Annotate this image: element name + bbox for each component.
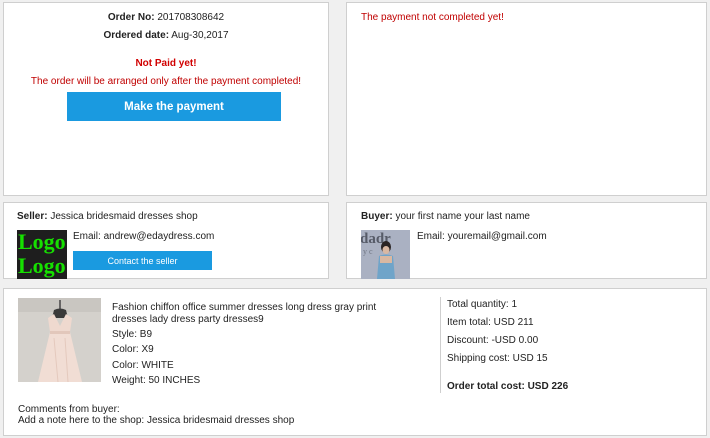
svg-text:y c: y c [363, 247, 373, 256]
comments-text: Add a note here to the shop: Jessica bri… [18, 415, 295, 426]
seller-logo: Logo Logo [17, 230, 67, 279]
seller-email: andrew@edaydress.com [103, 231, 215, 242]
buyer-email: youremail@gmail.com [447, 231, 547, 242]
order-number-row: Order No: 201708308642 [4, 12, 328, 23]
buyer-avatar-image: dadr y c [361, 230, 410, 279]
seller-logo-text: Logo [18, 230, 66, 254]
item-color: Color: X9 [112, 344, 154, 356]
buyer-panel: Buyer: your first name your last name da… [346, 202, 707, 279]
payment-status-heading: Not Paid yet! [135, 58, 197, 69]
seller-email-row: Email: andrew@edaydress.com [73, 231, 214, 242]
item-style: Style: B9 [112, 329, 153, 340]
seller-info: Seller: Jessica bridesmaid dresses shop [17, 211, 198, 222]
seller-label: Seller: [17, 211, 48, 222]
buyer-label: Buyer: [361, 211, 393, 222]
seller-name: Jessica bridesmaid dresses shop [50, 211, 198, 222]
comments-label: Comments from buyer: [18, 404, 120, 415]
order-summary-panel: Order No: 201708308642 Ordered date: Aug… [3, 2, 329, 196]
buyer-avatar: dadr y c [361, 230, 410, 279]
seller-logo-text: Logo [18, 253, 66, 278]
shipping-cost: Shipping cost: USD 15 [447, 353, 548, 364]
seller-email-label: Email: [73, 231, 101, 242]
buyer-email-row: Email: youremail@gmail.com [417, 231, 547, 242]
item-title[interactable]: Fashion chiffon office summer dresses lo… [112, 302, 412, 326]
order-date-label: Ordered date: [103, 30, 170, 41]
total-quantity: Total quantity: 1 [447, 299, 518, 310]
item-total: Item total: USD 211 [447, 317, 534, 328]
order-total-cost: Order total cost: USD 226 [447, 381, 569, 392]
item-weight: Weight: 50 INCHES [112, 374, 201, 386]
order-date-value: Aug-30,2017 [171, 30, 229, 41]
buyer-info: Buyer: your first name your last name [361, 211, 530, 222]
order-totals: Total quantity: 1 Item total: USD 211 Di… [447, 299, 697, 399]
discount: Discount: -USD 0.00 [447, 335, 539, 346]
payment-status-panel: The payment not completed yet! [346, 2, 707, 196]
item-color: Color: WHITE [112, 359, 174, 371]
contact-seller-button[interactable]: Contact the seller [73, 251, 212, 270]
vertical-divider [440, 297, 441, 393]
buyer-email-label: Email: [417, 231, 445, 242]
order-date-row: Ordered date: Aug-30,2017 [4, 30, 328, 41]
order-number-value: 201708308642 [157, 12, 225, 23]
payment-status-text: The payment not completed yet! [361, 12, 504, 23]
order-number-label: Order No: [107, 12, 155, 23]
item-details: Fashion chiffon office summer dresses lo… [112, 302, 412, 387]
product-image[interactable] [18, 298, 101, 382]
make-payment-button[interactable]: Make the payment [67, 92, 281, 121]
seller-panel: Seller: Jessica bridesmaid dresses shop … [3, 202, 329, 279]
dress-image [18, 298, 101, 382]
payment-note: The order will be arranged only after th… [30, 76, 302, 87]
order-item-panel: Fashion chiffon office summer dresses lo… [3, 288, 707, 436]
buyer-comments: Comments from buyer: Add a note here to … [18, 404, 294, 426]
buyer-name: your first name your last name [395, 211, 530, 222]
